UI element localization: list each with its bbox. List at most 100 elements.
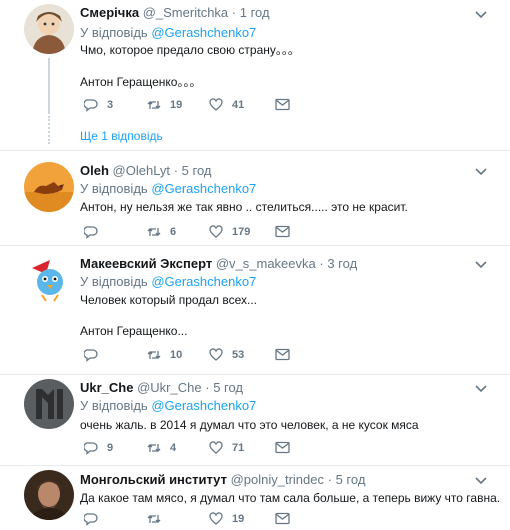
retweet-button[interactable] — [147, 512, 170, 526]
retweet-button[interactable]: 4 — [147, 441, 176, 455]
avatar-smeritchka-image — [24, 4, 74, 54]
reply-icon — [84, 99, 98, 112]
tweet-actions: 19 — [80, 512, 460, 530]
tweet-text-line: Человек который продал всех... — [80, 293, 257, 307]
chevron-down-icon[interactable] — [474, 10, 488, 20]
tweet-actions: 10 53 — [80, 348, 460, 366]
timestamp[interactable]: 1 год — [240, 5, 270, 20]
reply-prefix: У відповідь — [80, 181, 148, 196]
retweet-icon — [147, 228, 161, 236]
reply-icon — [84, 513, 98, 526]
avatar[interactable] — [24, 379, 74, 429]
avatar[interactable] — [24, 470, 74, 520]
display-name[interactable]: Oleh — [80, 163, 109, 178]
reply-prefix: У відповідь — [80, 274, 148, 289]
tweet-oleh[interactable]: Oleh @OlehLyt · 5 год У відповідь @Geras… — [0, 151, 510, 245]
reply-context: У відповідь @Gerashchenko7 — [80, 25, 256, 40]
tweet-smeritchka[interactable]: Смерічка @_Smeritchka · 1 год У відповід… — [0, 0, 510, 150]
retweet-icon — [147, 515, 161, 523]
chevron-down-icon[interactable] — [474, 167, 488, 177]
like-button[interactable]: 71 — [209, 441, 244, 455]
like-button[interactable]: 53 — [209, 348, 244, 362]
heart-icon — [209, 441, 223, 454]
envelope-icon — [275, 98, 290, 111]
timestamp[interactable]: 5 год — [336, 472, 366, 487]
retweet-icon — [147, 101, 161, 109]
tweet-ukr-che[interactable]: Ukr_Che @Ukr_Che · 5 год У відповідь @Ge… — [0, 375, 510, 465]
reply-context: У відповідь @Gerashchenko7 — [80, 181, 256, 196]
separator-dot: · — [319, 256, 324, 271]
avatar-oleh-image — [24, 162, 74, 212]
username[interactable]: @_Smeritchka — [143, 5, 228, 20]
reply-prefix: У відповідь — [80, 25, 148, 40]
like-count: 41 — [232, 99, 245, 111]
chevron-down-icon[interactable] — [474, 384, 488, 394]
avatar-ukr-che-image — [24, 379, 74, 429]
direct-message-button[interactable] — [275, 225, 290, 238]
separator-dot: · — [231, 5, 237, 20]
like-count: 53 — [232, 349, 245, 361]
like-button[interactable]: 41 — [209, 98, 244, 112]
reply-button[interactable]: 9 — [84, 441, 113, 455]
username[interactable]: @OlehLyt — [113, 163, 171, 178]
retweet-icon — [147, 351, 161, 359]
username[interactable]: @v_s_makeevka — [216, 256, 316, 271]
retweet-button[interactable]: 6 — [147, 225, 176, 239]
reply-icon — [84, 442, 98, 455]
tweet-text-line: очень жаль. в 2014 я думал что это челов… — [80, 418, 419, 432]
avatar[interactable] — [24, 162, 74, 212]
retweet-button[interactable]: 19 — [147, 98, 182, 112]
mention-link[interactable]: @Gerashchenko7 — [151, 25, 256, 40]
like-button[interactable]: 19 — [209, 512, 244, 526]
tweet-makeevka[interactable]: Макеевский Эксперт @v_s_makeevka · 3 год… — [0, 246, 510, 374]
avatar[interactable] — [24, 254, 74, 304]
direct-message-button[interactable] — [275, 348, 290, 361]
username[interactable]: @Ukr_Che — [137, 380, 202, 395]
direct-message-button[interactable] — [275, 512, 290, 525]
timestamp[interactable]: 5 год — [182, 163, 212, 178]
reply-button[interactable] — [84, 225, 107, 239]
mention-link[interactable]: @Gerashchenko7 — [151, 181, 256, 196]
avatar[interactable] — [24, 4, 74, 54]
reply-button[interactable]: 3 — [84, 98, 113, 112]
tweet-mongol-institute[interactable]: Монгольский институт @polniy_trindec · 5… — [0, 466, 510, 530]
like-count: 179 — [232, 226, 251, 238]
tweet-header: Макеевский Эксперт @v_s_makeevka · 3 год — [80, 256, 357, 271]
like-button[interactable]: 179 — [209, 225, 250, 239]
reply-button[interactable] — [84, 512, 107, 526]
envelope-icon — [275, 348, 290, 361]
timestamp[interactable]: 5 год — [213, 380, 243, 395]
tweet-text-line: Чмо, которое предало свою страну。。。 — [80, 43, 300, 57]
retweet-count: 6 — [170, 226, 177, 238]
heart-icon — [209, 225, 223, 238]
tweet-text-line: Антон, ну нельзя же так явно .. стелитьс… — [80, 200, 408, 214]
username[interactable]: @polniy_trindec — [231, 472, 324, 487]
tweet-header: Ukr_Che @Ukr_Che · 5 год — [80, 380, 243, 395]
direct-message-button[interactable] — [275, 441, 290, 454]
mention-link[interactable]: @Gerashchenko7 — [151, 274, 256, 289]
direct-message-button[interactable] — [275, 98, 290, 111]
display-name[interactable]: Смерічка — [80, 5, 139, 20]
show-more-replies-link[interactable]: Ще 1 відповідь — [80, 129, 163, 143]
chevron-down-icon[interactable] — [474, 260, 488, 270]
display-name[interactable]: Макеевский Эксперт — [80, 256, 212, 271]
timestamp[interactable]: 3 год — [327, 256, 357, 271]
reply-count: 9 — [107, 442, 114, 454]
separator-dot: · — [327, 472, 332, 487]
tweet-actions: 9 4 71 — [80, 441, 460, 459]
reply-count: 3 — [107, 99, 114, 111]
reply-icon — [84, 349, 98, 362]
mention-link[interactable]: @Gerashchenko7 — [151, 398, 256, 413]
thread-dots — [48, 116, 50, 144]
separator-dot: · — [173, 163, 179, 178]
reply-button[interactable] — [84, 348, 107, 362]
like-count: 71 — [232, 442, 245, 454]
retweet-count: 19 — [170, 99, 183, 111]
display-name[interactable]: Ukr_Che — [80, 380, 133, 395]
heart-icon — [209, 98, 223, 111]
envelope-icon — [275, 512, 290, 525]
retweet-button[interactable]: 10 — [147, 348, 182, 362]
display-name[interactable]: Монгольский институт — [80, 472, 227, 487]
chevron-down-icon[interactable] — [474, 476, 488, 486]
tweet-header: Монгольский институт @polniy_trindec · 5… — [80, 472, 365, 487]
